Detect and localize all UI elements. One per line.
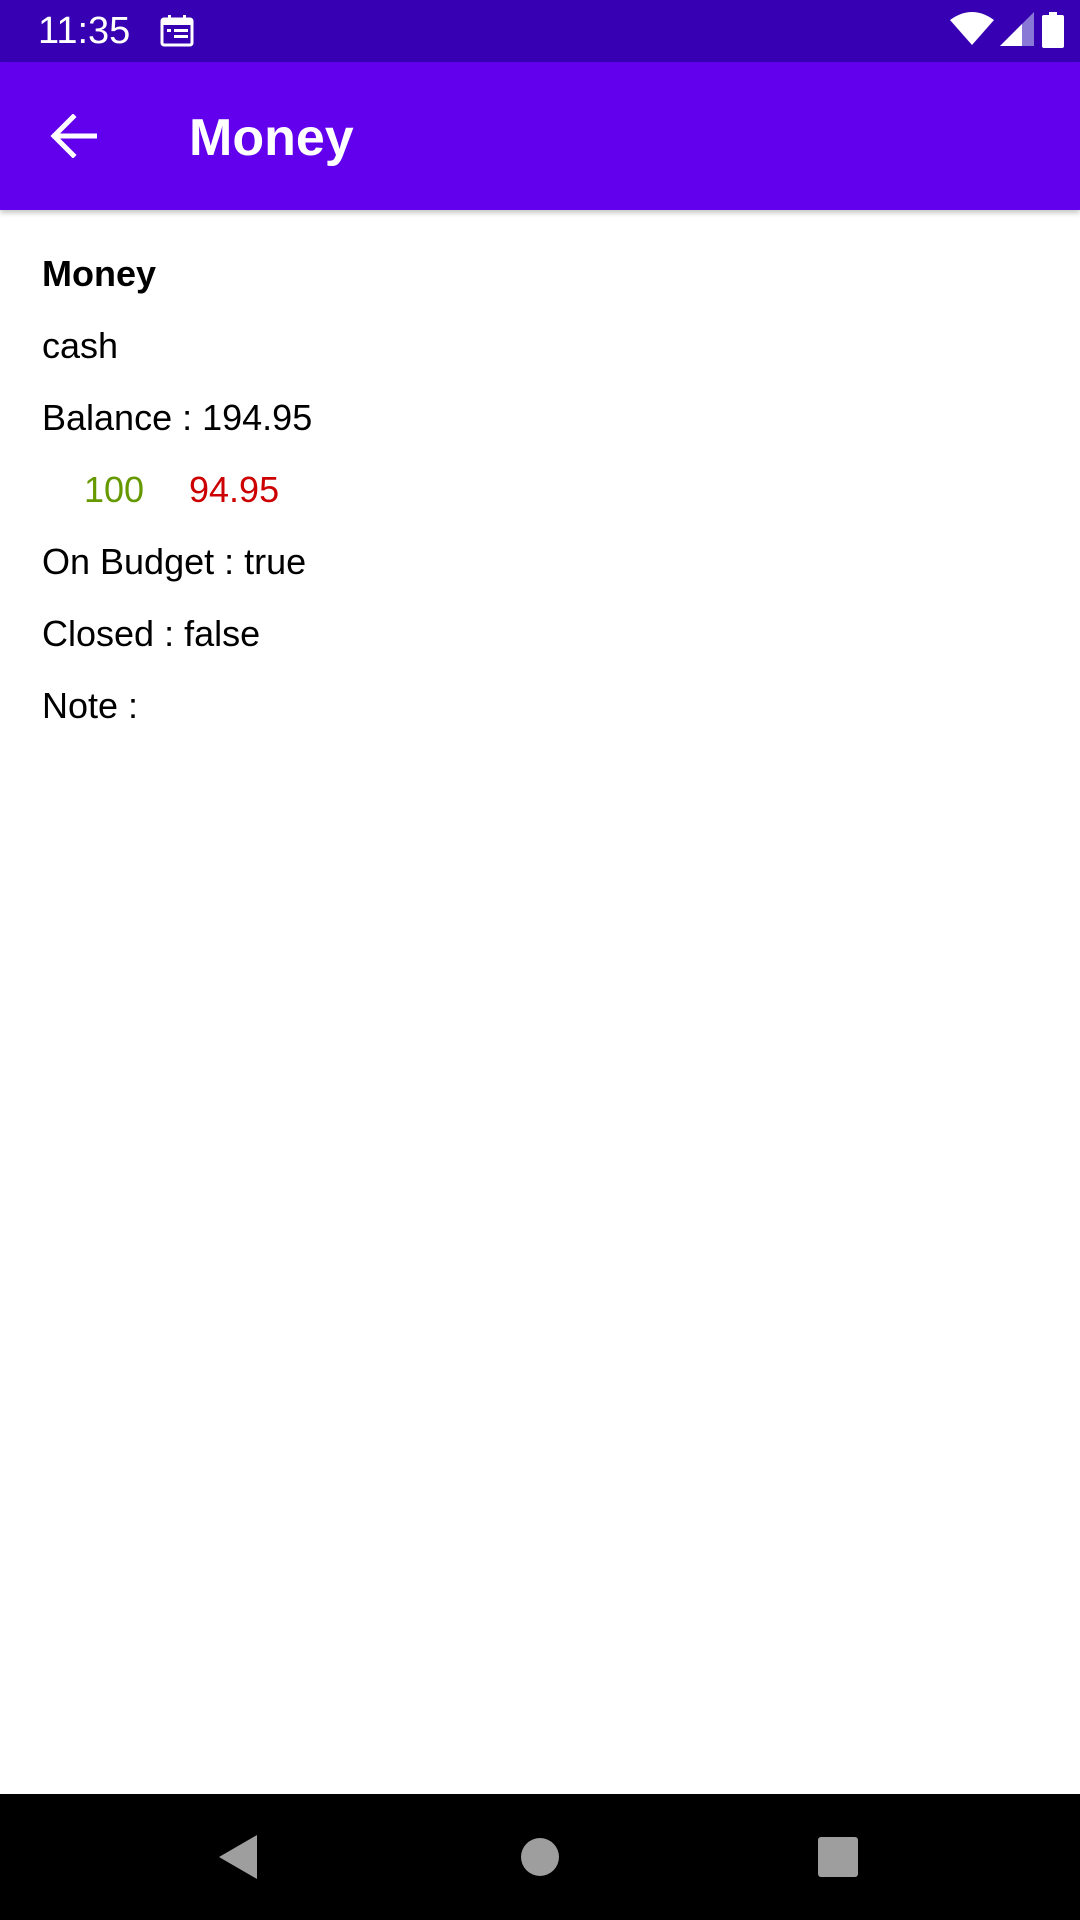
- account-note: Note :: [42, 685, 139, 726]
- arrow-back-icon: [50, 114, 97, 158]
- account-type: cash: [42, 325, 119, 366]
- status-bar: 11:35: [0, 0, 1080, 62]
- balance-breakdown: 100 94.95: [42, 468, 1042, 512]
- battery-icon: [1042, 12, 1064, 48]
- signal-icon: [1000, 12, 1034, 46]
- back-button[interactable]: [34, 104, 112, 168]
- account-details: Money cash Balance : 194.95 100 94.95 On…: [42, 252, 1042, 756]
- on-budget-status: On Budget : true: [42, 541, 307, 582]
- nav-recents-button[interactable]: [805, 1824, 871, 1890]
- nav-home-button[interactable]: [507, 1824, 573, 1890]
- account-name: Money: [42, 253, 157, 294]
- back-nav-icon: [219, 1835, 257, 1879]
- app-bar: Money: [0, 62, 1080, 210]
- negative-amount: 94.95: [189, 469, 280, 510]
- positive-amount: 100: [84, 469, 145, 510]
- home-nav-icon: [521, 1838, 559, 1876]
- navigation-bar: [0, 1794, 1080, 1920]
- wifi-icon: [950, 12, 994, 45]
- status-time: 11:35: [38, 10, 131, 52]
- page-title: Money: [189, 109, 354, 167]
- closed-status: Closed : false: [42, 613, 261, 654]
- account-balance: Balance : 194.95: [42, 397, 313, 438]
- calendar-icon: [160, 15, 194, 47]
- recents-nav-icon: [818, 1837, 858, 1877]
- nav-back-button[interactable]: [206, 1824, 272, 1890]
